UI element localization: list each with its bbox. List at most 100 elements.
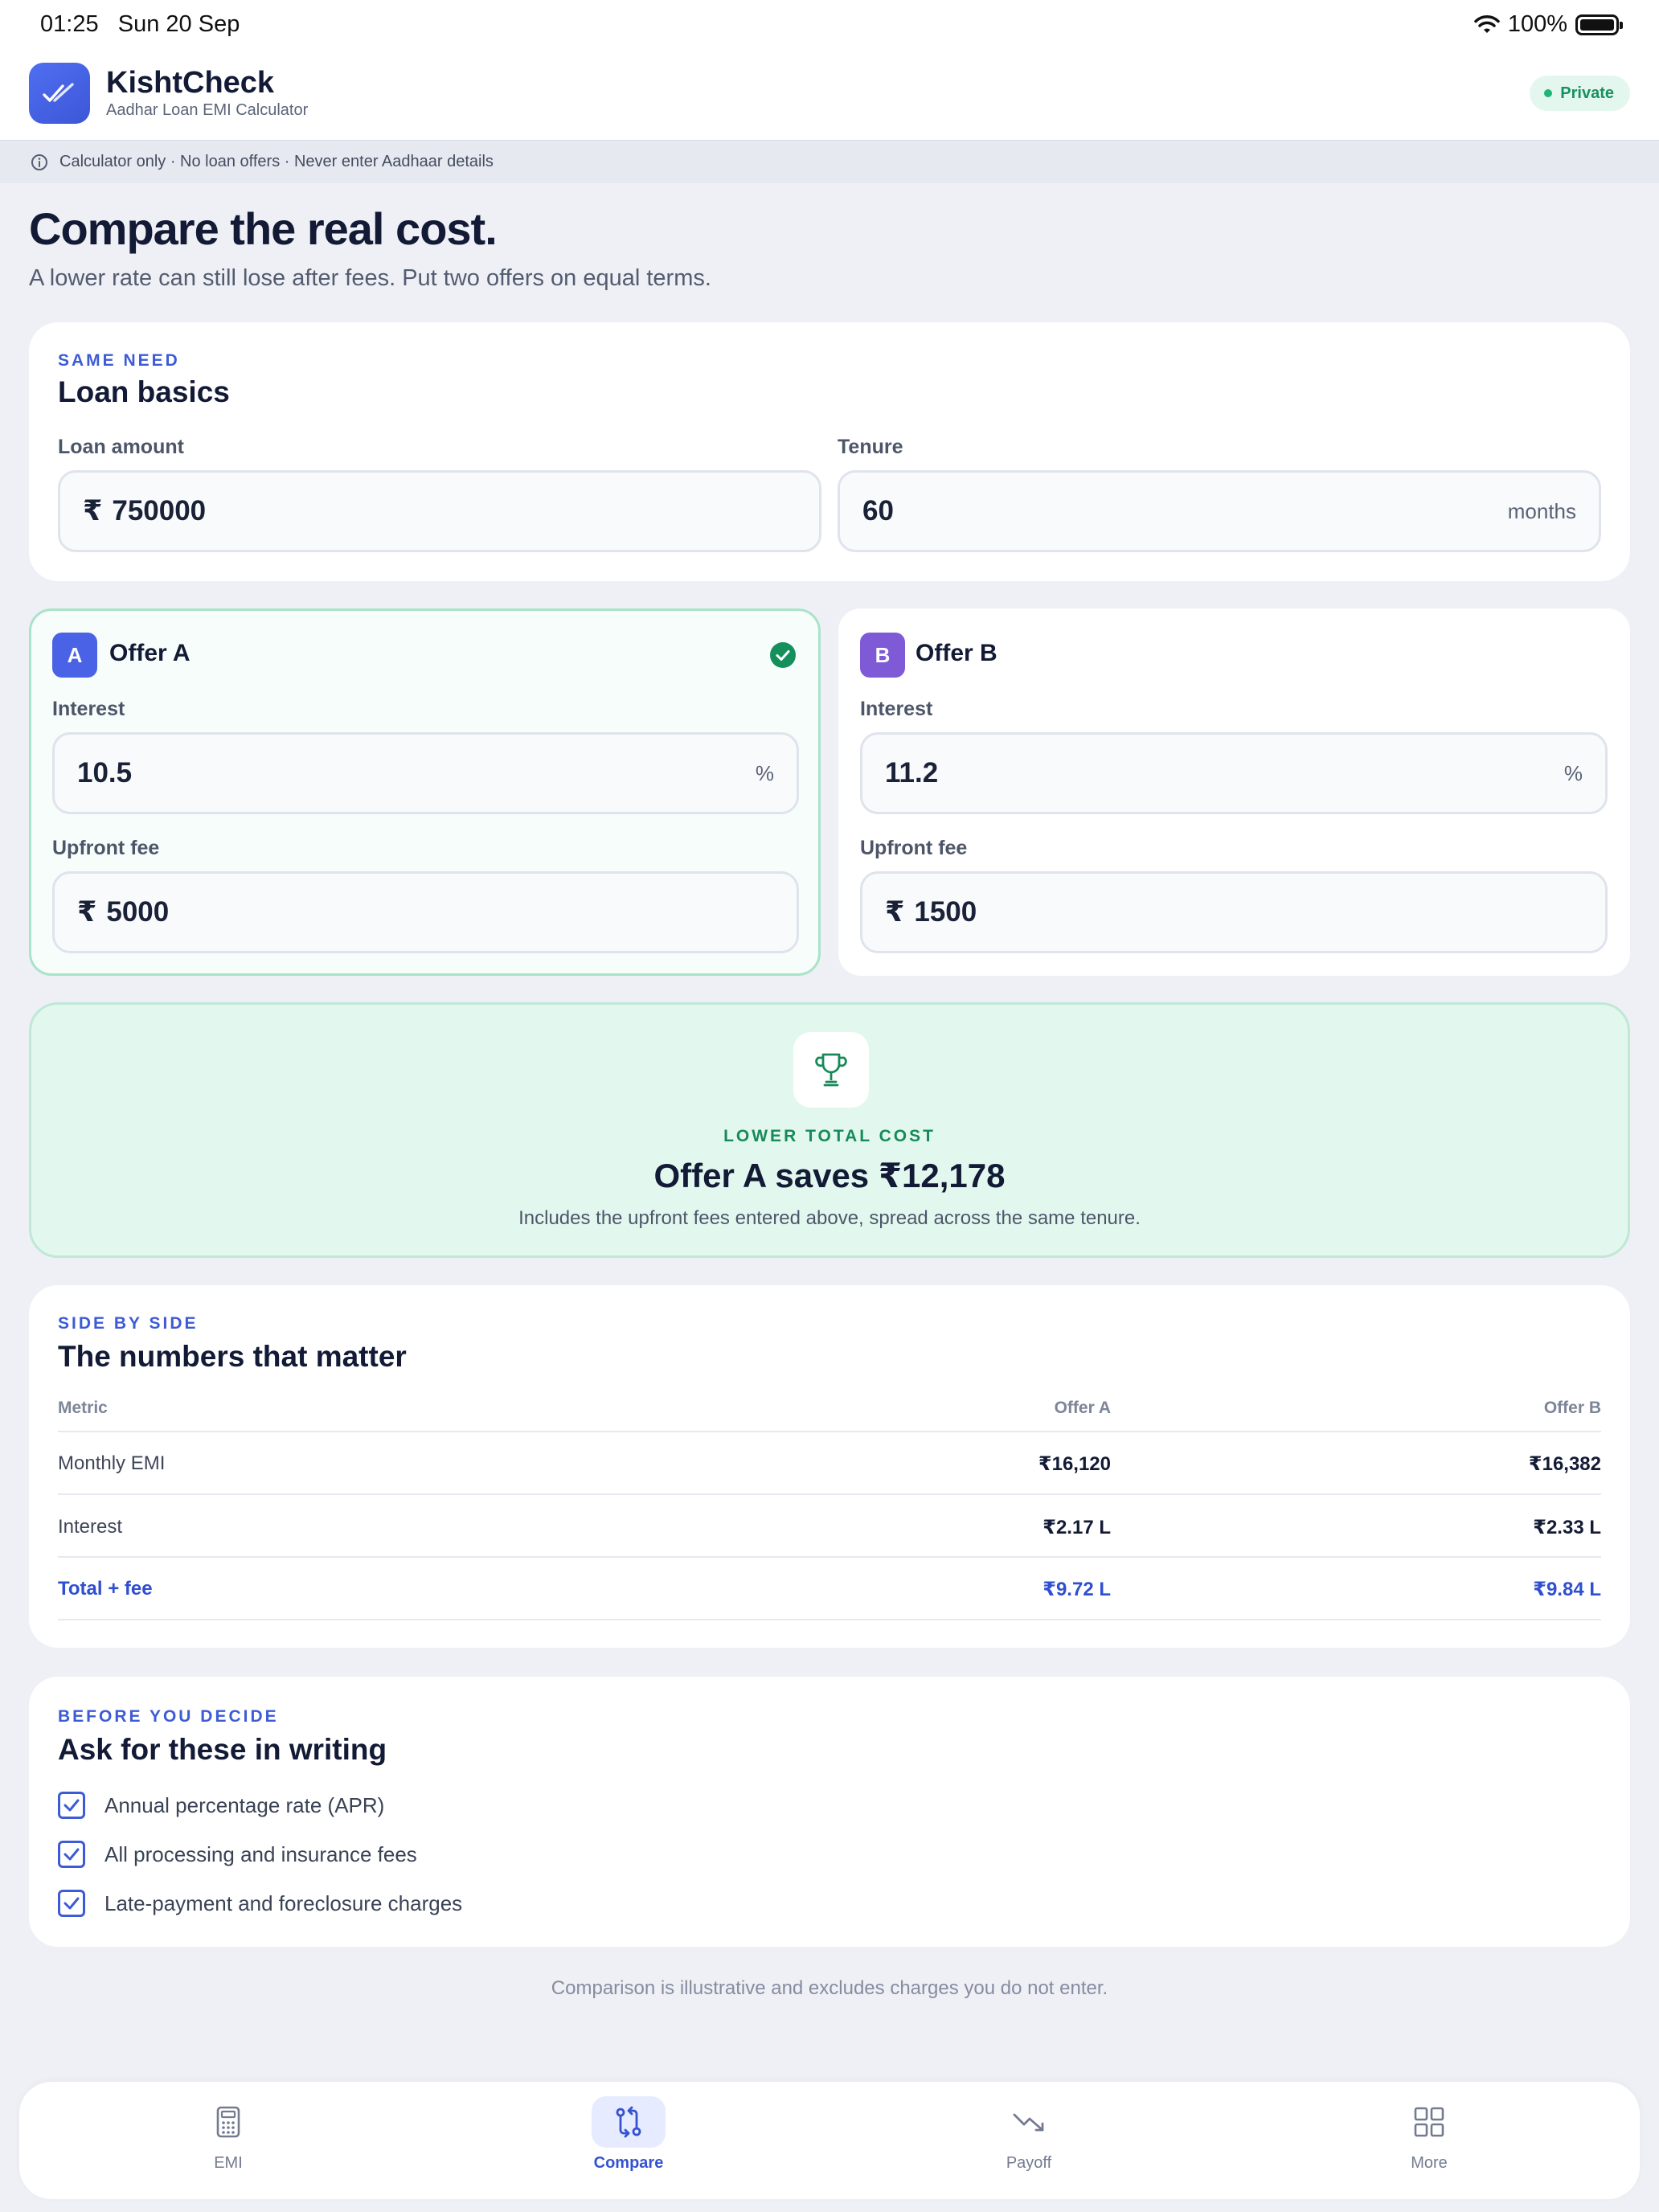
tenure-input[interactable]: 60 months (838, 470, 1601, 552)
grid-icon (1414, 2107, 1444, 2137)
basics-eyebrow: SAME NEED (58, 351, 180, 370)
page-title: Compare the real cost. (29, 203, 498, 254)
footnote: Comparison is illustrative and excludes … (551, 1977, 1108, 1999)
compare-arrows-icon (616, 2106, 641, 2138)
checkbox-checked[interactable] (58, 1841, 85, 1868)
check-circle-icon (770, 642, 796, 668)
offer-a-card[interactable]: A Offer A Interest 10.5 % Upfront fee ₹ … (29, 608, 821, 976)
offer-b-interest-input[interactable]: 11.2 % (860, 732, 1608, 814)
offer-a-interest-value: 10.5 (77, 757, 133, 789)
percent-suffix: % (755, 760, 774, 785)
checklist-item-label: All processing and insurance fees (104, 1841, 417, 1866)
status-right: 100% (1474, 11, 1623, 38)
checklist-eyebrow: BEFORE YOU DECIDE (58, 1707, 279, 1726)
tenure-unit: months (1507, 498, 1576, 523)
offer-b-interest-label: Interest (860, 698, 933, 720)
status-date: Sun 20 Sep (117, 11, 240, 37)
offer-b-fee-input[interactable]: ₹ 1500 (860, 871, 1608, 953)
tenure-label: Tenure (838, 436, 903, 458)
disclaimer-text: Calculator only · No loan offers · Never… (59, 153, 494, 170)
table-divider (58, 1556, 1601, 1558)
trophy-container (793, 1032, 869, 1108)
offer-a-interest-input[interactable]: 10.5 % (52, 732, 799, 814)
trend-down-icon (1013, 2113, 1044, 2132)
tab-icon-container (592, 2096, 666, 2148)
table-divider (58, 1431, 1601, 1432)
row-metric: Interest (58, 1516, 123, 1538)
table-divider (58, 1619, 1601, 1620)
column-header-offer-b: Offer B (1543, 1399, 1601, 1417)
wifi-icon (1474, 14, 1500, 33)
app-logo (29, 63, 90, 124)
tab-icon-container (1392, 2096, 1466, 2148)
private-badge[interactable]: Private (1530, 76, 1630, 111)
tab-label: Compare (593, 2154, 664, 2172)
tab-label: Payoff (1006, 2154, 1052, 2172)
checkmark-icon (63, 1848, 80, 1861)
row-offer-b-value: ₹16,382 (1528, 1453, 1601, 1475)
tab-emi[interactable]: EMI (148, 2096, 309, 2185)
checklist-title: Ask for these in writing (58, 1733, 387, 1766)
disclaimer-banner: Calculator only · No loan offers · Never… (0, 140, 1659, 183)
app-subtitle: Aadhar Loan EMI Calculator (106, 101, 309, 119)
winner-banner: LOWER TOTAL COST Offer A saves ₹12,178 I… (29, 1002, 1630, 1258)
offer-b-title: Offer B (916, 640, 997, 666)
loan-basics-card: SAME NEED Loan basics Loan amount ₹ 7500… (29, 322, 1630, 581)
row-metric-total: Total + fee (58, 1578, 153, 1600)
offer-a-fee-value: 5000 (106, 896, 170, 928)
checklist-item[interactable]: Annual percentage rate (APR) (58, 1792, 384, 1819)
loan-amount-input[interactable]: ₹ 750000 (58, 470, 821, 552)
app-name: KishtCheck (106, 66, 275, 100)
page-subtitle: A lower rate can still lose after fees. … (29, 265, 711, 291)
offer-b-fee-value: 1500 (914, 896, 977, 928)
loan-amount-value: 750000 (112, 495, 207, 526)
trophy-icon (815, 1053, 847, 1087)
checklist-item[interactable]: All processing and insurance fees (58, 1841, 417, 1868)
row-offer-a-value: ₹16,120 (1038, 1453, 1111, 1475)
status-dot (1544, 89, 1553, 97)
double-check-icon (43, 83, 74, 102)
row-offer-a-total: ₹9.72 L (1043, 1579, 1111, 1600)
bottom-tab-bar: EMI Compare Payoff More (19, 2082, 1640, 2199)
tab-more[interactable]: More (1349, 2096, 1509, 2185)
rupee-prefix: ₹ (83, 495, 103, 526)
offer-a-fee-input[interactable]: ₹ 5000 (52, 871, 799, 953)
info-icon (31, 154, 47, 170)
offer-b-badge: B (860, 633, 905, 678)
app-header: KishtCheck Aadhar Loan EMI Calculator Pr… (0, 51, 1659, 140)
checkbox-checked[interactable] (58, 1890, 85, 1917)
offer-a-fee-label: Upfront fee (52, 837, 160, 859)
battery-percent: 100% (1507, 11, 1567, 37)
winner-title: Offer A saves ₹12,178 (653, 1157, 1006, 1194)
offer-b-card[interactable]: B Offer B Interest 11.2 % Upfront fee ₹ … (838, 608, 1630, 976)
status-bar: 01:25 Sun 20 Sep 100% (0, 0, 1659, 51)
row-offer-b-value: ₹2.33 L (1533, 1517, 1601, 1538)
tab-label: More (1411, 2154, 1448, 2172)
offer-b-interest-value: 11.2 (885, 757, 939, 789)
tab-label: EMI (214, 2154, 243, 2172)
row-offer-a-value: ₹2.17 L (1043, 1517, 1111, 1538)
winner-eyebrow: LOWER TOTAL COST (723, 1127, 936, 1145)
checklist-item-label: Annual percentage rate (APR) (104, 1792, 385, 1817)
battery-icon (1575, 14, 1623, 35)
percent-suffix: % (1563, 760, 1583, 785)
private-badge-label: Private (1560, 84, 1614, 102)
rupee-prefix: ₹ (885, 896, 905, 928)
checklist-item-label: Late-payment and foreclosure charges (104, 1890, 463, 1915)
tab-icon-container (992, 2096, 1066, 2148)
checkbox-checked[interactable] (58, 1792, 85, 1819)
calculator-icon (216, 2106, 240, 2138)
comparison-eyebrow: SIDE BY SIDE (58, 1314, 199, 1333)
table-divider (58, 1493, 1601, 1495)
tab-compare[interactable]: Compare (548, 2096, 709, 2185)
loan-amount-label: Loan amount (58, 436, 184, 458)
column-header-offer-a: Offer A (1054, 1399, 1111, 1417)
winner-note: Includes the upfront fees entered above,… (518, 1207, 1141, 1229)
checklist-item[interactable]: Late-payment and foreclosure charges (58, 1890, 462, 1917)
tab-payoff[interactable]: Payoff (948, 2096, 1109, 2185)
offer-a-interest-label: Interest (52, 698, 125, 720)
offer-a-badge: A (52, 633, 97, 678)
checkmark-icon (63, 1799, 80, 1812)
checkmark-icon (63, 1897, 80, 1910)
comparison-title: The numbers that matter (58, 1340, 407, 1373)
